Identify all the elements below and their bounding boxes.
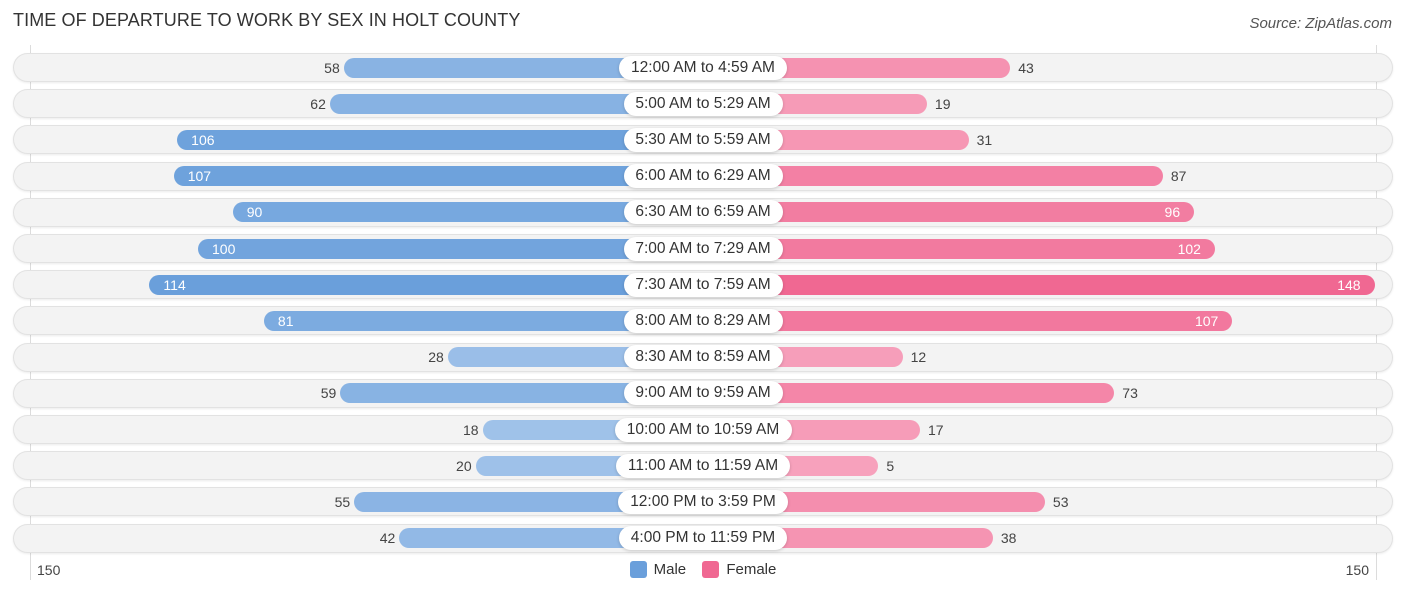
female-value-label: 73	[1122, 385, 1138, 402]
category-label: 12:00 PM to 3:59 PM	[618, 489, 788, 514]
male-value-label: 81	[277, 312, 294, 329]
male-value-label: 62	[310, 95, 326, 112]
legend-item-female[interactable]: Female	[702, 561, 776, 578]
male-value-label: 58	[324, 59, 340, 76]
male-value-label: 20	[456, 457, 472, 474]
female-bar[interactable]	[703, 274, 1375, 295]
male-value-label: 100	[212, 240, 236, 257]
category-label: 11:00 AM to 11:59 AM	[616, 453, 790, 478]
legend-item-male[interactable]: Male	[629, 561, 687, 578]
male-value-label: 90	[246, 204, 263, 221]
female-value-label: 19	[934, 95, 951, 112]
category-label: 7:00 AM to 7:29 AM	[623, 236, 783, 261]
male-value-label: 28	[428, 349, 444, 366]
male-value-label: 106	[191, 131, 215, 148]
male-value-label: 114	[163, 276, 186, 293]
category-label: 12:00 AM to 4:59 AM	[619, 55, 787, 80]
female-value-label: 17	[927, 421, 944, 438]
male-bar[interactable]	[149, 274, 703, 295]
male-value-label: 59	[320, 385, 337, 402]
legend-label-male: Male	[653, 561, 687, 578]
male-swatch	[629, 561, 647, 578]
category-label: 8:30 AM to 8:59 AM	[623, 345, 783, 370]
category-label: 8:00 AM to 8:29 AM	[623, 308, 783, 333]
female-value-label: 107	[1194, 312, 1219, 329]
female-value-label: 12	[910, 349, 927, 366]
category-label: 10:00 AM to 10:59 AM	[614, 417, 792, 442]
female-swatch	[702, 561, 720, 578]
male-value-label: 107	[187, 168, 212, 185]
female-value-label: 96	[1164, 204, 1181, 221]
category-label: 5:00 AM to 5:29 AM	[623, 91, 783, 116]
category-label: 6:30 AM to 6:59 AM	[623, 200, 783, 225]
male-value-label: 55	[334, 493, 351, 510]
male-value-label: 18	[462, 421, 479, 438]
female-value-label: 31	[976, 131, 993, 148]
category-label: 5:30 AM to 5:59 AM	[623, 127, 783, 152]
legend-label-female: Female	[726, 561, 777, 578]
chart-title: TIME OF DEPARTURE TO WORK BY SEX IN HOLT…	[13, 10, 521, 30]
male-value-label: 42	[379, 530, 396, 547]
female-value-label: 43	[1018, 59, 1034, 76]
category-label: 9:00 AM to 9:59 AM	[623, 381, 783, 406]
legend: Male Female	[0, 561, 1406, 582]
female-value-label: 53	[1052, 493, 1069, 510]
category-label: 6:00 AM to 6:29 AM	[623, 164, 783, 189]
female-value-label: 38	[1000, 530, 1017, 547]
category-label: 4:00 PM to 11:59 PM	[619, 526, 787, 551]
chart-container: TIME OF DEPARTURE TO WORK BY SEX IN HOLT…	[0, 0, 1406, 595]
category-label: 7:30 AM to 7:59 AM	[623, 272, 783, 297]
female-value-label: 102	[1177, 240, 1201, 257]
female-value-label: 87	[1170, 168, 1187, 185]
female-value-label: 5	[886, 457, 895, 474]
female-value-label: 148	[1337, 276, 1361, 293]
source-label: Source: ZipAtlas.com	[1249, 15, 1392, 32]
